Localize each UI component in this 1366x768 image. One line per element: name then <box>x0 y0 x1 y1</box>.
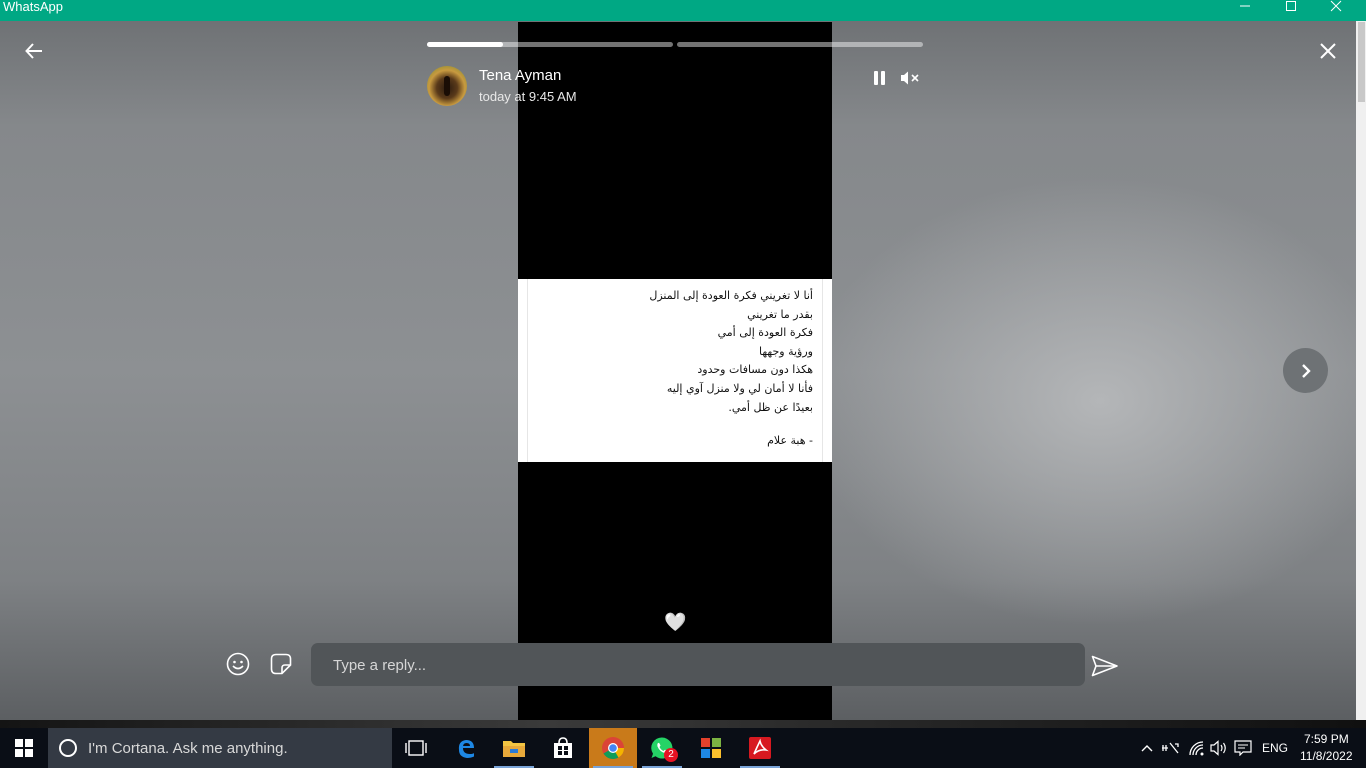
store-icon <box>554 737 572 758</box>
chevron-up-icon <box>1141 745 1153 752</box>
poem-line: بعيدًا عن ظل أمي. <box>728 400 813 414</box>
whatsapp-button[interactable]: 2 <box>638 728 686 768</box>
speaker-icon <box>1210 740 1226 756</box>
send-button[interactable] <box>1090 653 1120 679</box>
file-explorer-button[interactable] <box>490 728 538 768</box>
next-story-button[interactable] <box>1283 348 1328 393</box>
cortana-icon <box>59 739 77 757</box>
store-button[interactable] <box>539 728 587 768</box>
close-icon <box>1320 43 1336 59</box>
minimize-icon <box>1240 5 1250 7</box>
reply-input[interactable] <box>331 643 1075 688</box>
edge-icon <box>458 740 474 758</box>
office-icon <box>701 738 721 758</box>
story-progress-fill <box>427 42 504 47</box>
poem-signature: - هبة علام <box>767 434 813 448</box>
poem-line: فأنا لا أمان لي ولا منزل آوي إليه <box>666 381 813 395</box>
heart-emoji: 🤍 <box>664 612 687 632</box>
window-title: WhatsApp <box>3 0 63 14</box>
wifi-icon <box>1189 741 1204 756</box>
story-poem: أنا لا تغريني فكرة العودة إلى المنزل بقد… <box>649 287 813 451</box>
acrobat-button[interactable] <box>736 728 784 768</box>
maximize-icon <box>1286 1 1296 11</box>
network-button[interactable] <box>1186 738 1208 758</box>
chrome-icon <box>602 737 624 759</box>
avatar[interactable] <box>427 66 467 106</box>
close-icon <box>1330 0 1342 12</box>
close-window-button[interactable] <box>1313 0 1359 14</box>
story-author-name[interactable]: Tena Ayman <box>479 67 561 84</box>
task-view-button[interactable] <box>392 728 440 768</box>
back-arrow-icon <box>25 43 42 59</box>
chrome-button[interactable] <box>589 728 637 768</box>
story-timestamp: today at 9:45 AM <box>479 89 577 104</box>
back-button[interactable] <box>22 40 46 62</box>
edge-button[interactable] <box>442 728 490 768</box>
send-icon <box>1091 655 1118 677</box>
card-divider <box>527 279 528 462</box>
pause-button[interactable] <box>868 68 890 88</box>
task-view-icon <box>405 740 427 756</box>
start-button[interactable] <box>0 728 48 768</box>
poem-line: بقدر ما تغريني <box>747 307 813 321</box>
card-divider <box>822 279 823 462</box>
acrobat-icon <box>749 737 771 759</box>
cortana-placeholder: I'm Cortana. Ask me anything. <box>88 740 288 757</box>
close-viewer-button[interactable] <box>1316 40 1340 62</box>
office-button[interactable] <box>687 728 735 768</box>
power-status-button[interactable] <box>1160 738 1182 758</box>
muted-speaker-icon <box>901 71 919 85</box>
pause-icon <box>872 71 886 85</box>
story-progress-1 <box>427 42 673 47</box>
chevron-right-icon <box>1301 363 1311 378</box>
emoji-button[interactable] <box>225 651 251 677</box>
sticker-button[interactable] <box>268 651 294 677</box>
unread-badge: 2 <box>664 748 678 762</box>
mute-button[interactable] <box>899 68 921 88</box>
poem-line: ورؤية وجهها <box>759 344 813 358</box>
scrollbar-thumb[interactable] <box>1358 22 1365 102</box>
poem-line: هكذا دون مسافات وحدود <box>697 363 813 377</box>
reply-box[interactable] <box>311 643 1085 688</box>
show-hidden-icons-button[interactable] <box>1138 738 1156 758</box>
file-explorer-icon <box>503 741 525 757</box>
windows-logo-icon <box>15 739 33 757</box>
volume-button[interactable] <box>1208 738 1230 758</box>
story-progress-2 <box>677 42 923 47</box>
poem-line: أنا لا تغريني فكرة العودة إلى المنزل <box>649 289 813 302</box>
scrollbar-track[interactable] <box>1356 21 1366 720</box>
power-plug-icon <box>1162 742 1179 754</box>
clock-date[interactable]: 11/8/2022 <box>1300 749 1353 763</box>
sticker-icon <box>270 653 292 675</box>
maximize-button[interactable] <box>1268 0 1314 14</box>
story-text-card: أنا لا تغريني فكرة العودة إلى المنزل بقد… <box>518 279 832 462</box>
message-icon <box>1234 740 1252 756</box>
language-indicator[interactable]: ENG <box>1262 741 1288 755</box>
desktop-wallpaper-strip <box>0 720 1366 728</box>
emoji-icon <box>226 652 250 676</box>
clock-time[interactable]: 7:59 PM <box>1304 732 1349 746</box>
cortana-search-box[interactable]: I'm Cortana. Ask me anything. <box>48 728 392 768</box>
avatar-figure <box>444 76 450 96</box>
window-titlebar: WhatsApp <box>0 0 1366 21</box>
notifications-button[interactable] <box>1232 738 1254 758</box>
minimize-button[interactable] <box>1222 0 1268 14</box>
poem-line: فكرة العودة إلى أمي <box>717 326 813 340</box>
